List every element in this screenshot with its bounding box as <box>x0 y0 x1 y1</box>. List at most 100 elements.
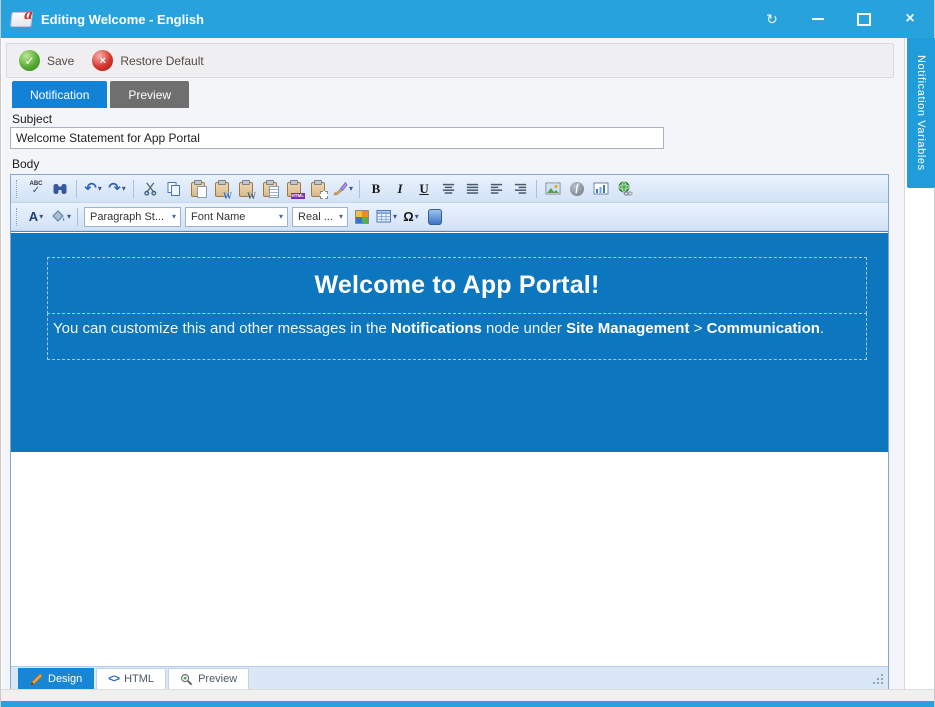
paragraph-style-value: Paragraph St... <box>90 211 164 223</box>
font-color-icon: A <box>29 209 38 224</box>
insert-table-dropdown-arrow[interactable]: ▾ <box>393 212 397 221</box>
banner-heading: Welcome to App Portal! <box>315 271 600 300</box>
image-manager-button[interactable] <box>541 177 565 201</box>
font-name-dropdown-arrow: ▾ <box>273 212 283 221</box>
bold-button[interactable]: B <box>364 177 388 201</box>
paragraph-style-dropdown-arrow: ▾ <box>166 212 176 221</box>
paste-button[interactable] <box>186 177 210 201</box>
insert-symbol-button[interactable]: Ω ▾ <box>399 205 423 229</box>
image-manager-icon <box>545 181 561 197</box>
tab-preview[interactable]: Preview <box>110 81 189 108</box>
undo-dropdown-arrow[interactable]: ▾ <box>98 184 102 193</box>
foreground-color-dropdown-arrow[interactable]: ▾ <box>39 212 43 221</box>
italic-button[interactable]: I <box>388 177 412 201</box>
align-center-icon <box>441 181 456 196</box>
save-button[interactable]: ✓ Save <box>19 50 74 71</box>
underline-button[interactable]: U <box>412 177 436 201</box>
minimize-button[interactable] <box>810 11 826 27</box>
media-manager-button[interactable] <box>589 177 613 201</box>
titlebar: a Editing Welcome - English ↻ × <box>1 0 934 38</box>
welcome-banner: Welcome to App Portal! You can customize… <box>11 233 888 452</box>
editor-canvas[interactable]: Welcome to App Portal! You can customize… <box>11 231 888 666</box>
hyperlink-globe-icon <box>617 181 633 197</box>
flash-manager-button[interactable]: f <box>565 177 589 201</box>
background-color-dropdown-arrow[interactable]: ▾ <box>67 212 71 221</box>
apply-css-class-button[interactable] <box>350 205 374 229</box>
insert-symbol-dropdown-arrow[interactable]: ▾ <box>415 212 419 221</box>
redo-button[interactable]: ↷ ▾ <box>105 177 129 201</box>
paste-special-button[interactable] <box>306 177 330 201</box>
separator <box>76 180 77 198</box>
align-right-button[interactable] <box>508 177 532 201</box>
format-stripper-brush-icon <box>332 181 348 197</box>
tab-design[interactable]: Design <box>18 668 94 689</box>
link-manager-button[interactable] <box>613 177 637 201</box>
paste-plain-text-button[interactable] <box>258 177 282 201</box>
tab-notification[interactable]: Notification <box>12 81 107 108</box>
font-name-select[interactable]: Font Name ▾ <box>185 207 288 227</box>
background-color-button[interactable]: ▾ <box>48 205 73 229</box>
notification-variables-label: Notification Variables <box>915 55 927 171</box>
status-footer <box>1 689 934 701</box>
command-toolbar: ✓ Save × Restore Default <box>6 43 894 78</box>
align-left-button[interactable] <box>484 177 508 201</box>
rich-text-editor: ABC✓ ↶ ▾ <box>10 174 889 690</box>
tab-editor-preview[interactable]: Preview <box>168 668 249 689</box>
insert-table-button[interactable]: ▾ <box>374 205 399 229</box>
paste-as-html-button[interactable]: HTML <box>282 177 306 201</box>
code-brackets-icon: <> <box>108 673 119 685</box>
foreground-color-button[interactable]: A ▾ <box>24 205 48 229</box>
paste-from-word-button[interactable]: W <box>210 177 234 201</box>
separator <box>133 180 134 198</box>
html-tab-label: HTML <box>124 673 154 685</box>
separator <box>77 208 78 226</box>
magnifier-icon <box>180 673 193 686</box>
undo-icon: ↶ <box>84 181 97 196</box>
subject-input[interactable] <box>10 127 664 149</box>
undo-button[interactable]: ↶ ▾ <box>81 177 105 201</box>
insert-snippet-button[interactable] <box>423 205 447 229</box>
subject-label: Subject <box>12 112 52 126</box>
paste-special-icon <box>311 182 325 197</box>
paste-as-html-icon: HTML <box>287 182 301 197</box>
spellcheck-button[interactable]: ABC✓ <box>24 177 48 201</box>
maximize-button[interactable] <box>856 11 872 27</box>
find-replace-button[interactable] <box>48 177 72 201</box>
align-center-button[interactable] <box>436 177 460 201</box>
window-title: Editing Welcome - English <box>41 12 204 27</box>
refresh-icon[interactable]: ↻ <box>764 11 780 27</box>
resize-grip[interactable] <box>872 674 883 685</box>
heading-cell[interactable]: Welcome to App Portal! <box>47 257 867 314</box>
restore-default-label: Restore Default <box>120 54 203 68</box>
spellcheck-icon: ABC✓ <box>30 181 43 196</box>
restore-default-button[interactable]: × Restore Default <box>92 50 203 71</box>
paste-from-word-strip-font-button[interactable]: W <box>234 177 258 201</box>
preview-tab-label: Preview <box>198 673 237 685</box>
align-right-icon <box>513 181 528 196</box>
paint-bucket-icon <box>50 209 66 225</box>
window-bottom-border <box>1 701 934 707</box>
tab-html[interactable]: <> HTML <box>96 668 166 689</box>
close-button[interactable]: × <box>902 11 918 27</box>
body-cell[interactable]: You can customize this and other message… <box>47 313 867 360</box>
scissors-icon <box>143 181 158 196</box>
font-size-value: Real ... <box>298 211 333 223</box>
redo-dropdown-arrow[interactable]: ▾ <box>122 184 126 193</box>
save-check-icon: ✓ <box>19 50 40 71</box>
separator <box>359 180 360 198</box>
font-size-dropdown-arrow: ▾ <box>333 212 343 221</box>
editor-mode-bar: Design <> HTML Preview <box>11 666 888 689</box>
cut-button[interactable] <box>138 177 162 201</box>
format-stripper-button[interactable]: ▾ <box>330 177 355 201</box>
copy-icon <box>166 181 182 197</box>
format-stripper-dropdown-arrow[interactable]: ▾ <box>349 184 353 193</box>
table-icon <box>376 209 392 224</box>
paragraph-style-select[interactable]: Paragraph St... ▾ <box>84 207 181 227</box>
justify-button[interactable] <box>460 177 484 201</box>
notification-variables-tab[interactable]: Notification Variables <box>907 38 935 188</box>
copy-button[interactable] <box>162 177 186 201</box>
main-tabs: Notification Preview <box>12 81 189 108</box>
separator <box>536 180 537 198</box>
font-size-select[interactable]: Real ... ▾ <box>292 207 348 227</box>
font-name-value: Font Name <box>191 211 245 223</box>
